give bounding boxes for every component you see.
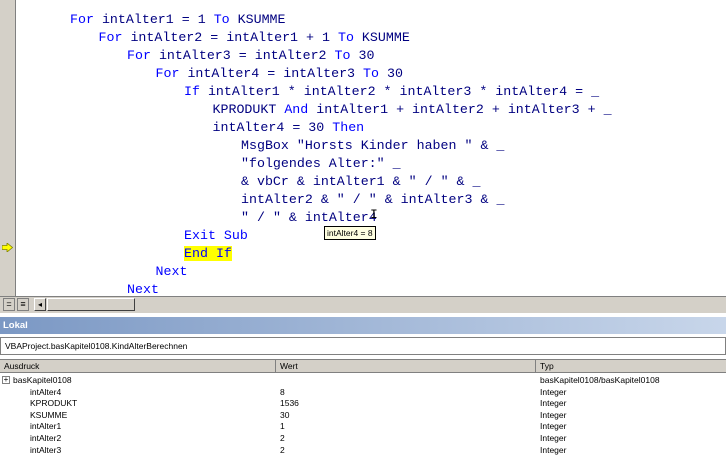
cell-value[interactable]: 2 bbox=[280, 445, 285, 455]
data-tip: intAlter4 = 8 bbox=[324, 226, 376, 240]
cell-expression: KPRODUKT bbox=[30, 398, 78, 409]
editor-bottom-strip: = ≡ ◂ bbox=[0, 296, 726, 313]
code-line[interactable]: Exit Sub bbox=[184, 227, 248, 245]
locals-row[interactable]: intAlter2 2 Integer bbox=[0, 433, 726, 443]
cell-type: Integer bbox=[540, 398, 567, 409]
locals-row[interactable]: intAlter3 2 Integer bbox=[0, 445, 726, 455]
horizontal-scrollbar[interactable] bbox=[47, 298, 135, 311]
code-line[interactable]: " / " & intAlter4 bbox=[241, 209, 377, 227]
cell-value[interactable]: 1536 bbox=[280, 398, 299, 408]
expand-plus-icon[interactable]: + bbox=[2, 376, 10, 384]
locals-row[interactable]: intAlter4 8 Integer bbox=[0, 387, 726, 397]
code-line[interactable]: MsgBox "Horsts Kinder haben " & _ bbox=[241, 137, 504, 155]
scroll-left-button[interactable]: ◂ bbox=[34, 298, 46, 311]
code-line[interactable]: For intAlter3 = intAlter2 To 30 bbox=[127, 47, 374, 65]
cell-value[interactable]: 1 bbox=[280, 421, 285, 431]
cell-expression: intAlter1 bbox=[30, 421, 62, 432]
code-line[interactable]: End If bbox=[184, 245, 232, 263]
cell-expression: intAlter4 bbox=[30, 386, 62, 397]
locals-grid: Ausdruck Wert Typ + basKapitel0108 basKapi… bbox=[0, 359, 726, 471]
cell-expression: KSUMME bbox=[30, 409, 68, 420]
locals-window-title: Lokal bbox=[0, 317, 726, 334]
code-editor[interactable]: For intAlter1 = 1 To KSUMME For intAlter2… bbox=[0, 0, 726, 296]
cell-type: Integer bbox=[540, 409, 567, 420]
breakpoint-margin[interactable] bbox=[0, 0, 16, 296]
code-line[interactable]: If intAlter1 * intAlter2 * intAlter3 * i… bbox=[184, 83, 599, 101]
column-header-type[interactable]: Typ bbox=[536, 360, 726, 373]
cell-value[interactable]: 30 bbox=[280, 410, 289, 420]
column-header-value[interactable]: Wert bbox=[276, 360, 536, 373]
cell-type: Integer bbox=[540, 386, 567, 397]
code-line[interactable]: & vbCr & intAlter1 & " / " & _ bbox=[241, 173, 480, 191]
locals-row[interactable]: KPRODUKT 1536 Integer bbox=[0, 398, 726, 408]
locals-row[interactable]: intAlter1 1 Integer bbox=[0, 421, 726, 431]
code-line[interactable]: Next bbox=[156, 263, 188, 281]
code-line[interactable]: "folgendes Alter:" _ bbox=[241, 155, 401, 173]
code-line[interactable]: Next bbox=[127, 281, 159, 296]
code-line[interactable]: KPRODUKT And intAlter1 + intAlter2 + int… bbox=[213, 101, 612, 119]
cell-type: basKapitel0108/basKapitel0108 bbox=[540, 375, 660, 385]
locals-row[interactable]: KSUMME 30 Integer bbox=[0, 410, 726, 420]
cell-value[interactable]: 2 bbox=[280, 433, 285, 443]
cell-value[interactable]: 8 bbox=[280, 387, 285, 397]
context-field[interactable]: VBAProject.basKapitel0108.KindAlterBerec… bbox=[0, 337, 726, 355]
text-cursor-icon: I bbox=[370, 207, 378, 222]
cell-expression: basKapitel0108 bbox=[13, 375, 72, 385]
cell-type: Integer bbox=[540, 433, 567, 443]
code-line[interactable]: For intAlter2 = intAlter1 + 1 To KSUMME bbox=[99, 29, 410, 47]
code-line[interactable]: For intAlter1 = 1 To KSUMME bbox=[70, 11, 286, 29]
cell-expression: intAlter2 bbox=[30, 433, 62, 443]
cell-type: Integer bbox=[540, 421, 567, 432]
locals-row[interactable]: + basKapitel0108 basKapitel0108/basKapitel… bbox=[0, 375, 726, 385]
code-line[interactable]: intAlter4 = 30 Then bbox=[213, 119, 365, 137]
cell-type: Integer bbox=[540, 444, 567, 455]
column-header-expression[interactable]: Ausdruck bbox=[0, 360, 276, 373]
procedure-view-button[interactable]: = bbox=[3, 298, 15, 311]
full-module-view-button[interactable]: ≡ bbox=[17, 298, 29, 311]
arrow-right-icon bbox=[2, 243, 13, 252]
cell-expression: intAlter3 bbox=[30, 444, 62, 455]
code-line[interactable]: For intAlter4 = intAlter3 To 30 bbox=[156, 65, 403, 83]
